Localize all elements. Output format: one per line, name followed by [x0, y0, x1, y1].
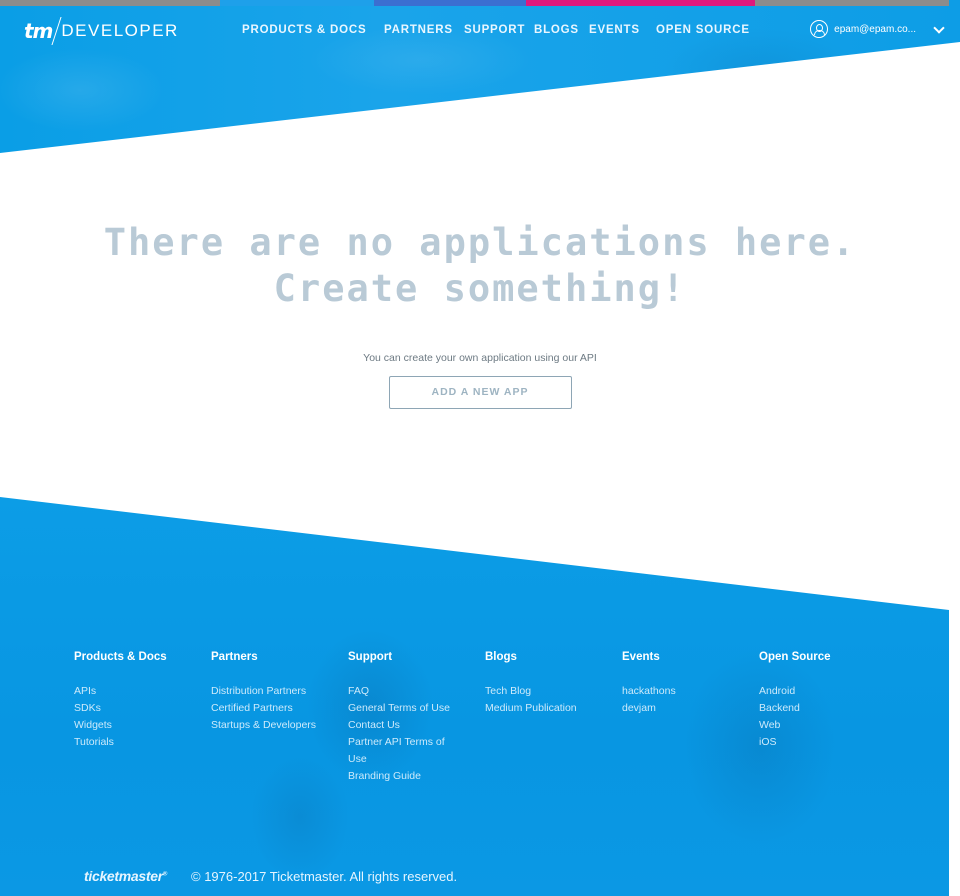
footer-column-title: Blogs	[485, 651, 517, 663]
footer-column-partners: Partners Distribution Partners Certified…	[211, 651, 316, 734]
footer-link-partner-api-terms[interactable]: Partner API Terms of Use	[348, 734, 458, 768]
chevron-down-icon[interactable]	[933, 22, 945, 34]
footer-link-startups-developers[interactable]: Startups & Developers	[211, 717, 316, 734]
logo-tm: tm	[24, 19, 53, 43]
footer-link-contact-us[interactable]: Contact Us	[348, 717, 458, 734]
registered-mark: ®	[162, 871, 168, 878]
footer-link-widgets[interactable]: Widgets	[74, 717, 167, 734]
headline-line-2: Create something!	[273, 267, 687, 310]
footer-link-tech-blog[interactable]: Tech Blog	[485, 683, 577, 700]
ticketmaster-wordmark: ticketmaster	[84, 868, 163, 884]
footer-column-open-source: Open Source Android Backend Web iOS	[759, 651, 831, 751]
logo-developer: DEVELOPER	[61, 21, 179, 40]
nav-events[interactable]: EVENTS	[589, 24, 640, 36]
footer-column-title: Open Source	[759, 651, 831, 663]
footer-link-faq[interactable]: FAQ	[348, 683, 458, 700]
footer-column-title: Support	[348, 651, 393, 663]
footer-link-web[interactable]: Web	[759, 717, 831, 734]
empty-state-description: You can create your own application usin…	[363, 352, 597, 364]
footer-column-blogs: Blogs Tech Blog Medium Publication	[485, 651, 577, 717]
footer-link-general-terms[interactable]: General Terms of Use	[348, 700, 458, 717]
footer-link-hackathons[interactable]: hackathons	[622, 683, 676, 700]
footer-link-ios[interactable]: iOS	[759, 734, 831, 751]
add-new-app-button[interactable]: ADD A NEW APP	[388, 376, 572, 409]
footer-link-distribution-partners[interactable]: Distribution Partners	[211, 683, 316, 700]
footer-link-tutorials[interactable]: Tutorials	[74, 734, 167, 751]
user-email: epam@epam.co...	[834, 23, 916, 35]
footer-column-title: Partners	[211, 651, 258, 663]
tm-developer-logo[interactable]: tm DEVELOPER	[24, 17, 179, 45]
footer-copyright-bar: ticketmaster® © 1976-2017 Ticketmaster. …	[84, 868, 457, 884]
empty-state: There are no applications here. Create s…	[0, 220, 960, 409]
top-navigation: tm DEVELOPER PRODUCTS & DOCS PARTNERS SU…	[0, 0, 960, 64]
headline-line-1: There are no applications here.	[103, 221, 857, 264]
footer-link-android[interactable]: Android	[759, 683, 831, 700]
nav-open-source[interactable]: OPEN SOURCE	[656, 24, 750, 36]
right-page-edge	[949, 0, 960, 896]
nav-partners[interactable]: PARTNERS	[384, 24, 453, 36]
footer-link-apis[interactable]: APIs	[74, 683, 167, 700]
footer-link-backend[interactable]: Backend	[759, 700, 831, 717]
footer-link-certified-partners[interactable]: Certified Partners	[211, 700, 316, 717]
footer-column-products-docs: Products & Docs APIs SDKs Widgets Tutori…	[74, 651, 167, 751]
footer-link-sdks[interactable]: SDKs	[74, 700, 167, 717]
user-menu[interactable]: epam@epam.co...	[810, 20, 916, 38]
footer-column-title: Events	[622, 651, 660, 663]
footer-column-support: Support FAQ General Terms of Use Contact…	[348, 651, 458, 785]
user-circle-icon	[810, 20, 829, 38]
empty-state-headline: There are no applications here. Create s…	[0, 220, 960, 312]
nav-support[interactable]: SUPPORT	[464, 24, 525, 36]
footer-column-events: Events hackathons devjam	[622, 651, 676, 717]
ticketmaster-logo[interactable]: ticketmaster®	[84, 868, 167, 884]
footer-link-medium-publication[interactable]: Medium Publication	[485, 700, 577, 717]
copyright-text: © 1976-2017 Ticketmaster. All rights res…	[191, 868, 458, 884]
nav-products-docs[interactable]: PRODUCTS & DOCS	[242, 24, 366, 36]
footer-link-branding-guide[interactable]: Branding Guide	[348, 768, 458, 785]
nav-blogs[interactable]: BLOGS	[534, 24, 579, 36]
footer-link-devjam[interactable]: devjam	[622, 700, 676, 717]
footer-column-title: Products & Docs	[74, 651, 167, 663]
